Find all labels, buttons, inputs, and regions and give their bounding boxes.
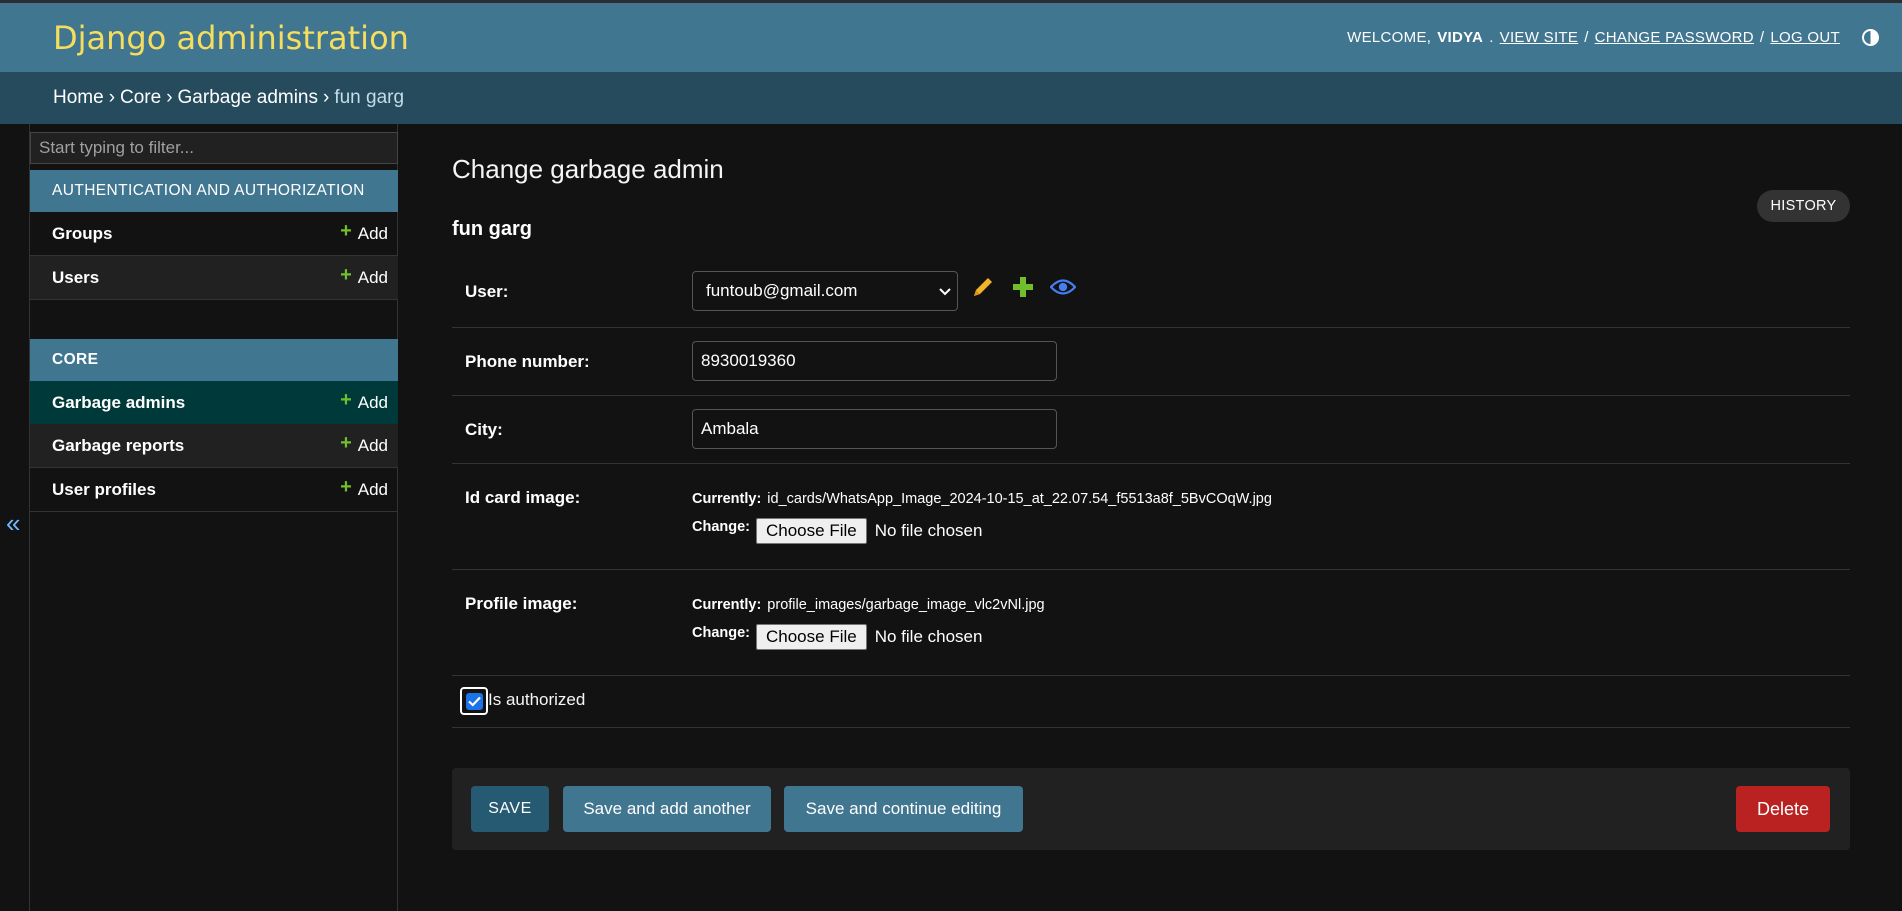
add-label[interactable]: Add xyxy=(358,436,388,456)
page-title: Change garbage admin xyxy=(452,154,724,184)
user-select[interactable]: funtoub@gmail.com xyxy=(692,271,958,311)
profile-image-change: Change: Choose File No file chosen xyxy=(692,624,982,650)
id-card-change: Change: Choose File No file chosen xyxy=(692,518,982,544)
no-file-text: No file chosen xyxy=(874,521,983,540)
breadcrumb-separator: › xyxy=(108,87,116,108)
nav-filter-input[interactable] xyxy=(30,132,398,164)
view-site-link[interactable]: VIEW SITE xyxy=(1500,29,1579,46)
user-tools: WELCOME, VIDYA. VIEW SITE / CHANGE PASSW… xyxy=(1347,29,1879,46)
sidebar-item-label[interactable]: Groups xyxy=(52,224,112,244)
checkmark-icon xyxy=(465,692,483,710)
user-label: User: xyxy=(465,282,509,301)
add-garbage-reports-link[interactable]: + Add xyxy=(340,431,388,456)
breadcrumb-current: fun garg xyxy=(334,87,405,108)
welcome-text: WELCOME, xyxy=(1347,29,1432,46)
delete-button[interactable]: Delete xyxy=(1736,786,1830,832)
currently-label: Currently: xyxy=(692,491,762,507)
sidebar-item-user-profiles[interactable]: User profiles + Add xyxy=(30,468,398,512)
form-row-is-authorized: Is authorized xyxy=(452,676,1850,728)
form-row-id-card: Id card image: Currently: id_cards/Whats… xyxy=(452,464,1850,570)
save-and-continue-editing-button[interactable]: Save and continue editing xyxy=(784,786,1023,832)
currently-label: Currently: xyxy=(692,597,762,613)
double-chevron-left-icon[interactable]: « xyxy=(6,510,20,536)
plus-icon: + xyxy=(340,475,352,498)
add-garbage-admins-link[interactable]: + Add xyxy=(340,388,388,413)
plus-icon: + xyxy=(340,431,352,454)
sidebar-item-label[interactable]: Users xyxy=(52,268,99,288)
log-out-link[interactable]: LOG OUT xyxy=(1770,29,1840,46)
add-users-link[interactable]: + Add xyxy=(340,263,388,288)
city-input[interactable] xyxy=(692,409,1057,449)
eye-icon[interactable] xyxy=(1050,274,1076,300)
sidebar-item-label[interactable]: Garbage admins xyxy=(52,393,185,413)
sidebar-item-garbage-reports[interactable]: Garbage reports + Add xyxy=(30,424,398,468)
chevron-down-icon xyxy=(939,284,951,299)
plus-icon: + xyxy=(340,263,352,286)
phone-number-input[interactable] xyxy=(692,341,1057,381)
sidebar-item-garbage-admins[interactable]: Garbage admins + Add xyxy=(30,381,398,425)
change-label: Change: xyxy=(692,519,750,535)
breadcrumb: Home › Core › Garbage admins › fun garg xyxy=(0,72,1902,124)
sidebar-item-users[interactable]: Users + Add xyxy=(30,256,398,300)
change-password-link[interactable]: CHANGE PASSWORD xyxy=(1595,29,1754,46)
add-groups-link[interactable]: + Add xyxy=(340,219,388,244)
object-title: fun garg xyxy=(452,218,532,240)
no-file-text: No file chosen xyxy=(874,627,983,646)
form-row-user: User: funtoub@gmail.com xyxy=(452,254,1850,328)
id-card-current-file-link[interactable]: id_cards/WhatsApp_Image_2024-10-15_at_22… xyxy=(767,491,1272,507)
separator: / xyxy=(1584,29,1589,46)
phone-label: Phone number: xyxy=(465,352,590,371)
plus-icon: + xyxy=(340,388,352,411)
separator: / xyxy=(1759,29,1765,46)
site-brand[interactable]: Django administration xyxy=(53,19,409,57)
id-card-choose-file-button[interactable]: Choose File xyxy=(756,518,867,544)
add-user-profiles-link[interactable]: + Add xyxy=(340,475,388,500)
profile-image-current-file-link[interactable]: profile_images/garbage_image_vlc2vNl.jpg xyxy=(767,597,1044,613)
history-button[interactable]: HISTORY xyxy=(1757,190,1850,222)
profile-image-currently: Currently: profile_images/garbage_image_… xyxy=(692,597,1045,613)
add-label[interactable]: Add xyxy=(358,393,388,413)
sidebar-item-label[interactable]: Garbage reports xyxy=(52,436,184,456)
site-header: Django administration WELCOME, VIDYA. VI… xyxy=(0,3,1902,72)
id-card-label: Id card image: xyxy=(465,488,581,507)
add-label[interactable]: Add xyxy=(358,480,388,500)
profile-image-label: Profile image: xyxy=(465,594,578,613)
id-card-currently: Currently: id_cards/WhatsApp_Image_2024-… xyxy=(692,491,1272,507)
sidebar-collapse-button[interactable]: « xyxy=(0,124,30,911)
profile-image-choose-file-button[interactable]: Choose File xyxy=(756,624,867,650)
save-and-add-another-button[interactable]: Save and add another xyxy=(563,786,771,832)
plus-icon[interactable] xyxy=(1010,274,1036,300)
breadcrumb-model[interactable]: Garbage admins xyxy=(178,87,318,109)
breadcrumb-separator: › xyxy=(166,87,173,108)
breadcrumb-separator: › xyxy=(323,87,330,108)
city-label: City: xyxy=(465,420,503,439)
breadcrumb-app[interactable]: Core xyxy=(120,87,161,109)
username: VIDYA xyxy=(1437,29,1484,46)
sidebar-item-label[interactable]: User profiles xyxy=(52,480,156,500)
form-row-phone: Phone number: xyxy=(452,328,1850,396)
sidebar-item-groups[interactable]: Groups + Add xyxy=(30,212,398,256)
module-header-core[interactable]: CORE xyxy=(30,339,398,381)
save-button[interactable]: SAVE xyxy=(471,786,549,832)
is-authorized-checkbox[interactable] xyxy=(460,687,488,715)
change-label: Change: xyxy=(692,625,750,641)
sidebar-nav: AUTHENTICATION AND AUTHORIZATION Groups … xyxy=(30,124,398,911)
is-authorized-label[interactable]: Is authorized xyxy=(488,690,585,710)
add-label[interactable]: Add xyxy=(358,224,388,244)
theme-toggle-icon[interactable] xyxy=(1862,29,1879,46)
pencil-icon[interactable] xyxy=(970,274,996,300)
form-row-profile-image: Profile image: Currently: profile_images… xyxy=(452,570,1850,676)
plus-icon: + xyxy=(340,219,352,242)
module-header-auth[interactable]: AUTHENTICATION AND AUTHORIZATION xyxy=(30,170,398,212)
form-row-city: City: xyxy=(452,396,1850,464)
user-select-value: funtoub@gmail.com xyxy=(706,281,858,300)
add-label[interactable]: Add xyxy=(358,268,388,288)
breadcrumb-home[interactable]: Home xyxy=(53,87,104,109)
submit-row: SAVE Save and add another Save and conti… xyxy=(452,768,1850,850)
